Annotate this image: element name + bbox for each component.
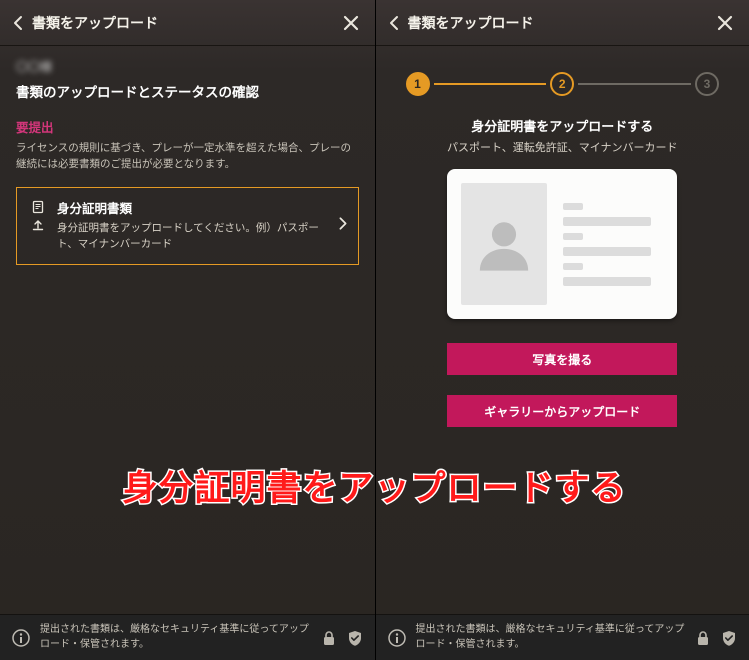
- lock-icon: [321, 630, 337, 646]
- id-photo-placeholder: [461, 183, 547, 305]
- card-title: 身分証明書類: [57, 198, 330, 217]
- lock-icon: [695, 630, 711, 646]
- left-footer: 提出された書類は、厳格なセキュリティ基準に従ってアップロード・保管されます。: [0, 614, 375, 660]
- close-button[interactable]: [339, 11, 363, 35]
- id-document-card[interactable]: 身分証明書類 身分証明書をアップロードしてください。例）パスポート、マイナンバー…: [16, 187, 359, 266]
- info-icon: [12, 629, 30, 647]
- card-text: 身分証明書類 身分証明書をアップロードしてください。例）パスポート、マイナンバー…: [57, 198, 330, 253]
- header-title: 書類をアップロード: [408, 13, 714, 33]
- document-icon: [31, 200, 45, 214]
- required-note: ライセンスの規則に基づき、プレーが一定水準を超えた場合、プレーの継続には必要書類…: [16, 140, 359, 173]
- left-header: 書類をアップロード: [0, 0, 375, 46]
- right-panel: 書類をアップロード 1 2 3 身分証明書をアップロードする パスポート、運転免…: [375, 0, 749, 660]
- right-body: 身分証明書をアップロードする パスポート、運転免許証、マイナンバーカード 写真を…: [376, 116, 749, 427]
- back-button[interactable]: [8, 13, 28, 33]
- card-icons: [29, 198, 47, 232]
- chevron-right-icon: [336, 215, 350, 236]
- close-button[interactable]: [713, 11, 737, 35]
- username-label: 〇〇様: [16, 58, 52, 75]
- step-line: [434, 83, 547, 85]
- page-heading: 書類のアップロードとステータスの確認: [16, 81, 359, 101]
- step-line: [578, 83, 691, 85]
- right-header: 書類をアップロード: [376, 0, 749, 46]
- take-photo-button[interactable]: 写真を撮る: [447, 343, 677, 375]
- app-root: 書類をアップロード 〇〇様 書類のアップロードとステータスの確認 要提出 ライセ…: [0, 0, 749, 660]
- shield-icon: [721, 630, 737, 646]
- left-body: 〇〇様 書類のアップロードとステータスの確認 要提出 ライセンスの規則に基づき、…: [0, 46, 375, 265]
- stepper: 1 2 3: [376, 46, 749, 116]
- upload-from-gallery-button[interactable]: ギャラリーからアップロード: [447, 395, 677, 427]
- upload-subtitle: パスポート、運転免許証、マイナンバーカード: [447, 139, 678, 155]
- footer-message: 提出された書類は、厳格なセキュリティ基準に従ってアップロード・保管されます。: [40, 623, 311, 652]
- person-icon: [475, 209, 533, 279]
- upload-icon: [31, 218, 45, 232]
- shield-icon: [347, 630, 363, 646]
- required-label: 要提出: [16, 117, 359, 136]
- id-lines: [561, 183, 663, 305]
- footer-message: 提出された書類は、厳格なセキュリティ基準に従ってアップロード・保管されます。: [416, 623, 686, 652]
- card-description: 身分証明書をアップロードしてください。例）パスポート、マイナンバーカード: [57, 220, 330, 253]
- step-1[interactable]: 1: [406, 72, 430, 96]
- left-panel: 書類をアップロード 〇〇様 書類のアップロードとステータスの確認 要提出 ライセ…: [0, 0, 375, 660]
- right-footer: 提出された書類は、厳格なセキュリティ基準に従ってアップロード・保管されます。: [376, 614, 749, 660]
- step-3[interactable]: 3: [695, 72, 719, 96]
- header-title: 書類をアップロード: [32, 13, 339, 33]
- id-card-illustration: [447, 169, 677, 319]
- step-2[interactable]: 2: [550, 72, 574, 96]
- info-icon: [388, 629, 406, 647]
- upload-title: 身分証明書をアップロードする: [471, 116, 653, 135]
- back-button[interactable]: [384, 13, 404, 33]
